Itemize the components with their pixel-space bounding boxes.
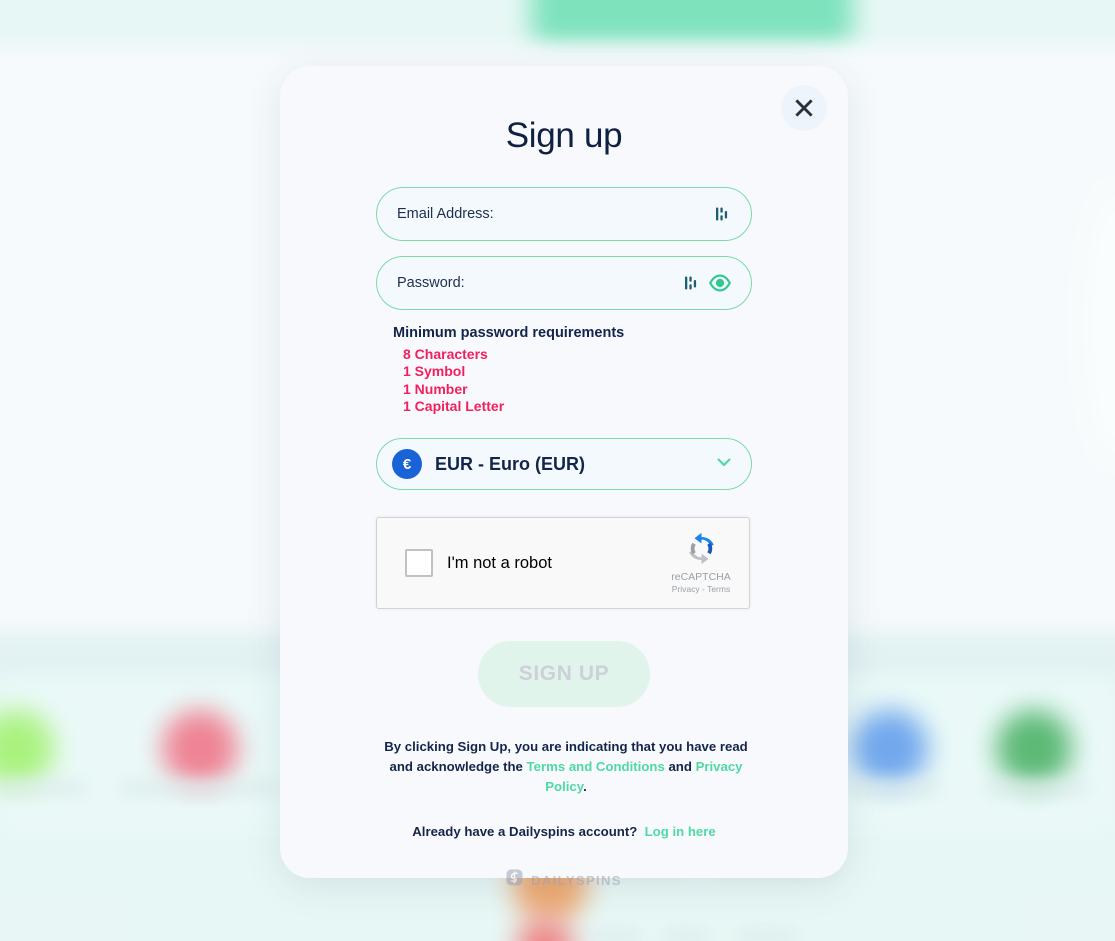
recaptcha-legal-links: Privacy - Terms <box>663 584 739 594</box>
chevron-down-icon <box>714 452 734 477</box>
euro-badge-icon: € <box>392 449 422 480</box>
requirement-item: 1 Capital Letter <box>403 397 505 414</box>
eye-icon[interactable] <box>708 271 732 295</box>
recaptcha-logo-icon <box>685 533 718 569</box>
requirement-item: 1 Number <box>403 380 468 397</box>
password-requirements-list: 8 Characters 1 Symbol 1 Number 1 Capital… <box>393 346 752 415</box>
recaptcha-container: I'm not a robot reCAPTCHA Privacy - Term… <box>376 517 752 610</box>
legal-disclaimer: By clicking Sign Up, you are indicating … <box>376 737 756 797</box>
legal-suffix-text: . <box>583 779 587 795</box>
recaptcha-separator: - <box>702 584 705 595</box>
brand-footer: DAILYSPINS <box>376 869 752 891</box>
recaptcha-label: I'm not a robot <box>447 553 552 572</box>
currency-select[interactable]: € EUR - Euro (EUR) <box>376 438 752 491</box>
dailyspins-logo-icon <box>506 869 523 891</box>
password-field-wrapper <box>376 256 752 310</box>
password-requirements: Minimum password requirements 8 Characte… <box>376 325 752 415</box>
password-manager-icon[interactable] <box>714 205 732 223</box>
email-field-wrapper <box>376 187 752 241</box>
recaptcha-privacy-link[interactable]: Privacy <box>672 584 700 594</box>
email-field-icons <box>714 205 751 223</box>
close-button[interactable] <box>781 85 827 131</box>
close-icon <box>794 98 814 118</box>
password-field-icons <box>683 271 751 295</box>
requirement-item: 1 Symbol <box>403 363 466 380</box>
password-manager-icon[interactable] <box>683 274 701 292</box>
recaptcha-brand-text: reCAPTCHA <box>671 571 731 584</box>
terms-and-conditions-link[interactable]: Terms and Conditions <box>527 759 665 774</box>
requirement-item: 8 Characters <box>403 346 488 362</box>
login-prompt-row: Already have a Dailyspins account? Log i… <box>376 824 752 839</box>
signup-button[interactable]: SIGN UP <box>478 641 650 708</box>
log-in-here-link[interactable]: Log in here <box>645 824 716 839</box>
email-input[interactable] <box>377 188 714 240</box>
currency-selected-value: EUR - Euro (EUR) <box>435 453 585 474</box>
brand-name-text: DAILYSPINS <box>531 872 622 888</box>
page-title: Sign up <box>505 116 623 155</box>
password-input[interactable] <box>377 257 683 309</box>
recaptcha-widget[interactable]: I'm not a robot reCAPTCHA Privacy - Term… <box>376 517 750 610</box>
signup-modal: Sign up Email Address: Minimum password … <box>280 66 848 888</box>
recaptcha-checkbox[interactable] <box>405 549 433 578</box>
legal-join-text: and <box>664 759 696 775</box>
signup-form: Minimum password requirements 8 Characte… <box>280 187 848 891</box>
recaptcha-terms-link[interactable]: Terms <box>707 584 730 594</box>
recaptcha-branding: reCAPTCHA Privacy - Terms <box>663 532 749 594</box>
password-requirements-heading: Minimum password requirements <box>393 325 625 341</box>
login-prompt-text: Already have a Dailyspins account? <box>412 824 638 840</box>
